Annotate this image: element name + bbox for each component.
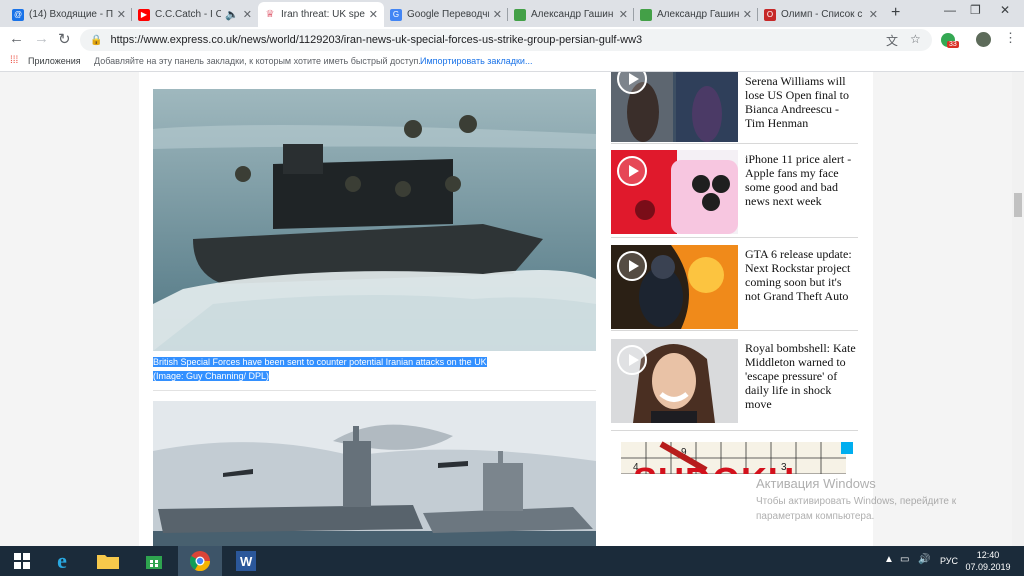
import-bookmarks-link[interactable]: Импортировать закладки... [420, 56, 532, 66]
tab-doc-1[interactable]: Александр Гашин ✕ [508, 2, 634, 27]
aircraft-carrier-photo [153, 401, 596, 546]
close-tab-icon[interactable]: ✕ [619, 8, 628, 21]
start-button[interactable] [0, 546, 44, 576]
sidebar-divider [611, 143, 858, 144]
sidebar-story-serena[interactable]: Serena Williams will lose US Open final … [611, 72, 858, 142]
special-forces-boat-photo [153, 89, 596, 351]
tray-expand-icon[interactable]: ▲ [884, 554, 894, 565]
svg-text:W: W [240, 554, 253, 569]
language-indicator[interactable]: РУС [940, 556, 958, 566]
volume-icon[interactable]: 🔊 [918, 554, 930, 565]
sidebar-story-gta6[interactable]: GTA 6 release update: Next Rockstar proj… [611, 245, 858, 331]
speaker-icon[interactable]: 🔈 [225, 8, 239, 21]
translate-page-icon[interactable]: 文 [886, 32, 898, 49]
windows-taskbar: e W ▲ ▭ 🔊 РУС 12:40 07.09.2019 [0, 546, 1024, 576]
forward-icon[interactable]: → [34, 30, 49, 47]
sidebar-divider [611, 237, 858, 238]
play-icon[interactable] [617, 251, 647, 281]
sidebar-story-iphone[interactable]: iPhone 11 price alert - Apple fans my fa… [611, 150, 858, 236]
photo-caption: British Special Forces have been sent to… [153, 357, 487, 381]
tab-youtube[interactable]: ▶ C.C.Catch - I Ca 🔈 ✕ [132, 2, 258, 27]
menu-icon[interactable]: ⋮ [1004, 30, 1017, 46]
youtube-icon: ▶ [138, 8, 150, 21]
close-tab-icon[interactable]: ✕ [243, 8, 252, 21]
windows-logo-icon [14, 553, 30, 569]
scrollbar-thumb[interactable] [1014, 193, 1022, 217]
url-text[interactable]: https://www.express.co.uk/news/world/112… [110, 34, 642, 46]
tab-olimp[interactable]: O Олимп - Список с ✕ [758, 2, 884, 27]
extension-badge: 33 [947, 41, 959, 48]
mail-icon: @ [12, 8, 24, 21]
story-headline[interactable]: iPhone 11 price alert - Apple fans my fa… [745, 152, 859, 208]
bookmarks-hint: Добавляйте на эту панель закладки, к кот… [94, 56, 421, 66]
translate-icon: G [390, 8, 402, 21]
new-tab-button[interactable]: + [891, 4, 900, 22]
story-thumbnail[interactable] [611, 245, 738, 329]
play-icon[interactable] [617, 345, 647, 375]
sidebar-story-kate[interactable]: Royal bombshell: Kate Middleton warned t… [611, 339, 858, 425]
address-bar[interactable]: 🔒 https://www.express.co.uk/news/world/1… [80, 29, 932, 51]
word-icon[interactable]: W [224, 546, 268, 576]
tab-doc-2[interactable]: Александр Гашин ✕ [634, 2, 758, 27]
network-icon[interactable]: ▭ [900, 554, 909, 565]
play-icon[interactable] [617, 156, 647, 186]
profile-avatar[interactable] [976, 32, 991, 47]
story-thumbnail[interactable] [611, 72, 738, 142]
browser-toolbar: ← → ↻ 🔒 https://www.express.co.uk/news/w… [0, 27, 1024, 53]
sidebar-divider [611, 430, 858, 431]
activation-watermark-title: Активация Windows [756, 476, 876, 491]
close-tab-icon[interactable]: ✕ [869, 8, 878, 21]
ad-headline[interactable]: SUDOKU [633, 460, 795, 474]
tab-strip: @ (14) Входящие - П ✕ ▶ C.C.Catch - I Ca… [0, 0, 1024, 27]
page-scrollbar[interactable] [1012, 72, 1024, 546]
sudoku-advert[interactable]: 4 9 3 SUDOKU [611, 440, 856, 474]
story-thumbnail[interactable] [611, 339, 738, 423]
close-tab-icon[interactable]: ✕ [369, 8, 378, 21]
close-tab-icon[interactable]: ✕ [117, 8, 126, 21]
close-window-button[interactable]: ✕ [1000, 3, 1010, 17]
close-tab-icon[interactable]: ✕ [493, 8, 502, 21]
doc-icon [514, 8, 526, 21]
tab-inbox[interactable]: @ (14) Входящие - П ✕ [6, 2, 132, 27]
story-headline[interactable]: GTA 6 release update: Next Rockstar proj… [745, 247, 859, 303]
back-icon[interactable]: ← [9, 30, 24, 47]
doc-icon [640, 8, 652, 21]
internet-explorer-icon[interactable]: e [40, 546, 84, 576]
system-clock[interactable]: 12:40 07.09.2019 [962, 549, 1014, 573]
bookmark-star-icon[interactable]: ☆ [910, 32, 921, 46]
close-tab-icon[interactable]: ✕ [743, 8, 752, 21]
lock-icon[interactable]: 🔒 [90, 35, 102, 46]
apps-link[interactable]: Приложения [28, 56, 81, 66]
store-icon[interactable] [132, 546, 176, 576]
file-explorer-icon[interactable] [86, 546, 130, 576]
chrome-taskbar-icon[interactable] [178, 546, 222, 576]
story-headline[interactable]: Royal bombshell: Kate Middleton warned t… [745, 341, 859, 411]
minimize-button[interactable]: — [944, 3, 956, 17]
activation-watermark-body: Чтобы активировать Windows, перейдите к … [756, 496, 957, 522]
express-icon: ♕ [264, 8, 276, 21]
tab-express-active[interactable]: ♕ Iran threat: UK spe ✕ [258, 2, 384, 27]
reload-icon[interactable]: ↻ [58, 30, 71, 48]
restore-button[interactable]: ❐ [970, 3, 981, 17]
tab-google-translate[interactable]: G Google Переводчи ✕ [384, 2, 508, 27]
apps-grid-icon[interactable]: ⁞⁞⁞ [10, 55, 18, 66]
sidebar-divider [611, 330, 858, 331]
story-headline[interactable]: Serena Williams will lose US Open final … [745, 74, 859, 130]
caption-divider [153, 390, 596, 391]
olimp-icon: O [764, 8, 776, 21]
bookmarks-bar: ⁞⁞⁞ Приложения Добавляйте на эту панель … [0, 53, 1024, 72]
story-thumbnail[interactable] [611, 150, 738, 234]
